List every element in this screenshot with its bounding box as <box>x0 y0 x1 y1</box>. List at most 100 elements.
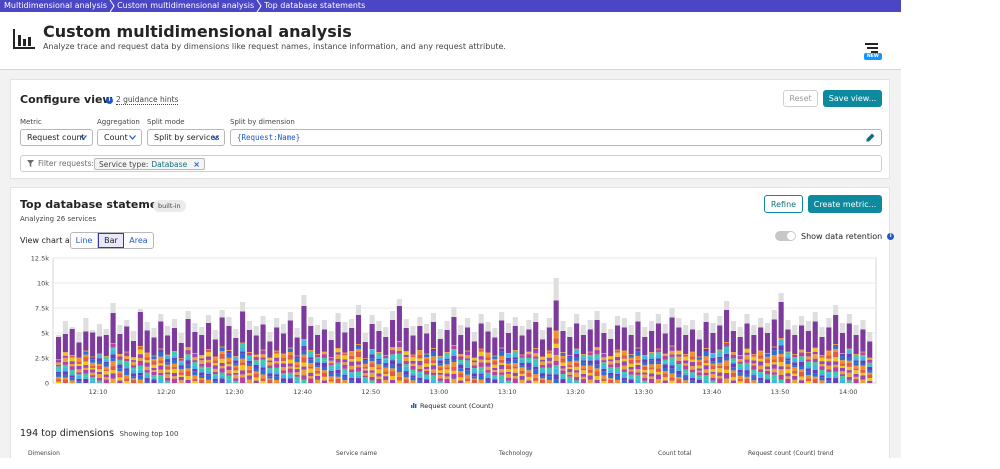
bar-segment <box>274 363 280 368</box>
bar-segment <box>233 380 239 383</box>
bar-segment <box>417 350 423 351</box>
bar-segment <box>512 378 518 383</box>
bar-segment <box>260 374 266 379</box>
dimension-count: 194 top dimensions <box>20 428 114 439</box>
bar-segment <box>792 365 798 368</box>
bar-segment <box>737 363 743 368</box>
split-by-dimension-input[interactable]: {Request:Name} <box>230 129 882 146</box>
column-header-dimension[interactable]: Dimension <box>28 450 60 457</box>
chevron-down-icon <box>212 135 219 140</box>
bar-segment <box>560 379 566 383</box>
bar-segment <box>853 368 859 371</box>
aggregation-select[interactable]: Count <box>97 129 142 146</box>
bar-segment <box>430 348 437 349</box>
save-view-button[interactable]: Save view... <box>823 90 882 107</box>
whats-new-button[interactable]: NEW <box>862 42 884 62</box>
bar-segment-other <box>199 327 205 335</box>
bar-segment <box>485 352 491 354</box>
bar-segment <box>505 361 512 364</box>
bar-segment <box>519 365 525 368</box>
column-header-trend[interactable]: Request count (Count) trend <box>748 450 834 457</box>
bar-segment <box>287 348 293 352</box>
guidance-hints-link[interactable]: i 2 guidance hints <box>106 95 179 105</box>
bar-segment <box>410 360 416 364</box>
bar-segment <box>260 380 266 383</box>
create-metric-button[interactable]: Create metric... <box>808 195 882 213</box>
bar-segment <box>76 365 82 370</box>
bar-segment <box>124 374 130 379</box>
bar-segment <box>792 354 798 358</box>
bar-segment <box>444 373 450 377</box>
bar-segment <box>253 354 259 356</box>
bar-segment-other <box>724 301 730 310</box>
bar-segment <box>785 364 791 367</box>
bar-segment <box>383 365 389 368</box>
bar-segment-top <box>151 337 157 356</box>
filter-chip-service-type[interactable]: Service type: Database × <box>94 158 205 170</box>
bar-segment <box>253 373 259 378</box>
bar-segment-other <box>158 314 164 322</box>
bar-segment <box>424 369 430 372</box>
bar-segment <box>812 364 818 370</box>
bar-segment <box>294 376 300 381</box>
chart-legend[interactable]: Request count (Count) <box>411 402 493 410</box>
bar-segment <box>212 356 218 358</box>
data-retention-toggle[interactable] <box>775 231 796 241</box>
bar-segment <box>240 342 246 344</box>
bar-segment <box>635 348 641 352</box>
bar-segment <box>246 360 252 364</box>
bar-segment-other <box>178 333 184 343</box>
info-icon[interactable]: i <box>887 232 895 240</box>
close-icon[interactable]: × <box>193 160 200 169</box>
bar-segment <box>724 346 730 349</box>
bar-segment <box>860 369 866 373</box>
column-header-count-total[interactable]: Count total <box>658 450 691 457</box>
bar-segment <box>792 362 798 366</box>
show-data-retention[interactable]: Show data retention i <box>775 231 895 241</box>
reset-button[interactable]: Reset <box>783 90 818 107</box>
metric-select[interactable]: Request count <box>20 129 93 146</box>
chart-mode-bar[interactable]: Bar <box>98 233 124 248</box>
bar-segment-other <box>710 323 716 333</box>
bar-segment <box>655 379 661 383</box>
chart-mode-line[interactable]: Line <box>71 233 98 248</box>
bar-segment <box>710 363 716 366</box>
pencil-icon[interactable] <box>866 133 875 142</box>
bar-segment-top <box>219 317 225 347</box>
bar-segment <box>430 348 437 352</box>
bar-segment <box>301 362 307 367</box>
bar-segment <box>771 364 777 369</box>
split-mode-select[interactable]: Split by services <box>147 129 225 146</box>
breadcrumb-item-multidimensional-analysis[interactable]: Multidimensional analysis <box>0 0 107 12</box>
bar-segment <box>546 367 552 372</box>
filter-requests-bar[interactable]: Filter requests: Service type: Database … <box>20 155 882 172</box>
bar-segment <box>383 355 389 356</box>
refine-button[interactable]: Refine <box>764 195 803 213</box>
bar-segment-top <box>792 335 798 354</box>
bar-segment <box>601 375 607 379</box>
bar-segment <box>403 377 409 380</box>
bar-segment-top <box>205 323 212 349</box>
bar-segment <box>614 350 621 353</box>
bar-segment <box>274 357 280 361</box>
bar-segment-other <box>662 324 668 334</box>
bar-segment <box>308 357 314 360</box>
bar-segment <box>110 354 116 359</box>
column-header-service[interactable]: Service name <box>336 450 377 457</box>
breadcrumb-item-custom-analysis[interactable]: Custom multidimensional analysis <box>117 0 254 12</box>
bar-segment <box>294 380 300 383</box>
bar-segment <box>96 369 103 372</box>
y-tick-label: 5k <box>41 330 49 338</box>
bar-segment <box>696 370 702 373</box>
bar-segment-other <box>655 314 661 324</box>
bar-segment <box>376 378 382 383</box>
bar-segment <box>69 377 75 381</box>
bar-segment <box>485 366 491 371</box>
y-tick-label: 0 <box>45 380 49 388</box>
bar-segment <box>260 357 266 360</box>
chart-mode-area[interactable]: Area <box>124 233 153 248</box>
bar-segment-top <box>90 332 96 357</box>
bar-segment <box>737 361 743 364</box>
bar-segment <box>805 381 811 383</box>
column-header-technology[interactable]: Technology <box>499 450 533 457</box>
